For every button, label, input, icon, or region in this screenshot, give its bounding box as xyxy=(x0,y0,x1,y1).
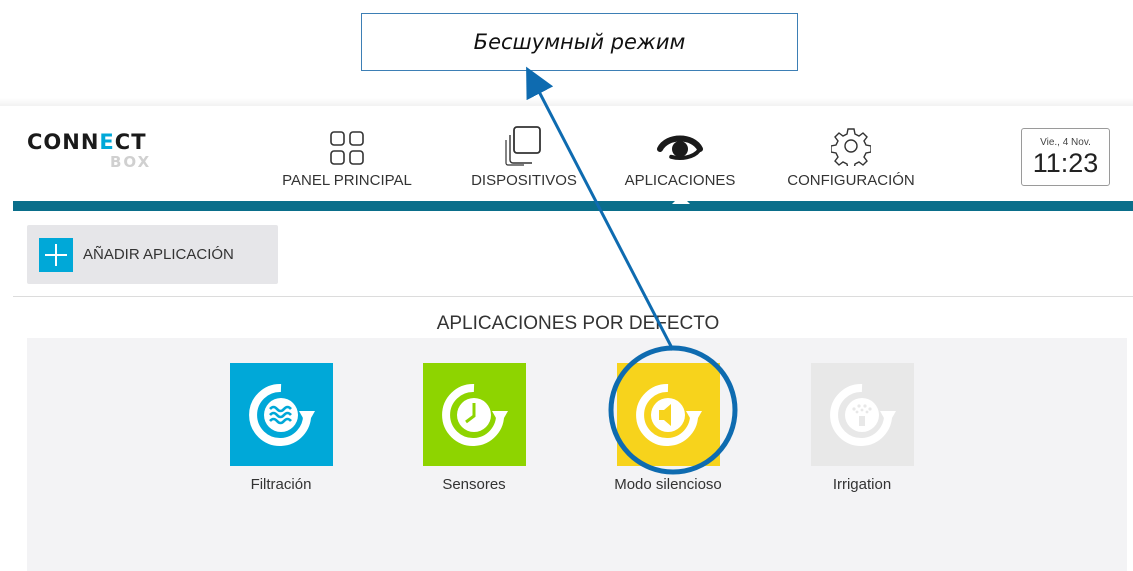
nav-label: APLICACIONES xyxy=(624,172,736,189)
app-name: Irrigation xyxy=(832,476,892,493)
app-tile-modo-silencioso[interactable]: Modo silencioso xyxy=(608,363,728,493)
waves-refresh-icon xyxy=(249,383,315,446)
app-tile-filtracion[interactable]: Filtración xyxy=(221,363,341,493)
app-window: CONNECT BOX PANEL PRINCIPAL DISPOSITIVOS xyxy=(0,98,1133,571)
nav-panel-principal[interactable]: PANEL PRINCIPAL xyxy=(265,126,429,196)
plus-icon xyxy=(39,237,73,272)
nav-label: PANEL PRINCIPAL xyxy=(282,172,412,189)
eye-icon xyxy=(657,135,703,160)
sprinkler-refresh-icon xyxy=(830,383,896,446)
nav-aplicaciones[interactable]: APLICACIONES xyxy=(610,126,750,196)
grid-icon xyxy=(330,131,364,165)
app-name: Filtración xyxy=(250,476,312,493)
nav-underline-bar xyxy=(13,201,1133,211)
add-application-label: AÑADIR APLICACIÓN xyxy=(83,246,234,263)
app-tile-icon-box xyxy=(616,363,720,466)
app-name: Sensores xyxy=(442,476,506,493)
app-name: Modo silencioso xyxy=(614,476,722,493)
section-title: APLICACIONES POR DEFECTO xyxy=(436,313,720,334)
nav-label: CONFIGURACIÓN xyxy=(787,172,915,189)
nav-dispositivos[interactable]: DISPOSITIVOS xyxy=(454,126,594,196)
app-tile-sensores[interactable]: Sensores xyxy=(414,363,534,493)
divider xyxy=(13,296,1133,297)
clock-refresh-icon xyxy=(442,383,508,446)
devices-icon xyxy=(505,126,541,166)
app-tile-icon-box xyxy=(810,363,914,466)
annotation-callout: Бесшумный режим xyxy=(361,13,798,71)
time-label: 11:23 xyxy=(1032,148,1099,178)
add-application-button[interactable]: AÑADIR APLICACIÓN xyxy=(27,225,278,284)
date-time-display: Vie., 4 Nov. 11:23 xyxy=(1021,128,1110,186)
active-tab-caret xyxy=(672,195,690,204)
gear-icon xyxy=(831,128,871,166)
annotation-text: Бесшумный режим xyxy=(473,30,686,54)
connectbox-logo: CONNECT BOX xyxy=(27,130,152,171)
app-tile-irrigation[interactable]: Irrigation xyxy=(802,363,922,493)
nav-label: DISPOSITIVOS xyxy=(471,172,577,189)
date-label: Vie., 4 Nov. xyxy=(1040,137,1091,148)
nav-configuracion[interactable]: CONFIGURACIÓN xyxy=(771,126,931,196)
app-tile-icon-box xyxy=(229,363,333,466)
default-apps-panel: Filtración Sensores Modo silencioso Irri… xyxy=(27,338,1127,571)
app-tile-icon-box xyxy=(422,363,526,466)
speaker-refresh-icon xyxy=(636,383,702,446)
